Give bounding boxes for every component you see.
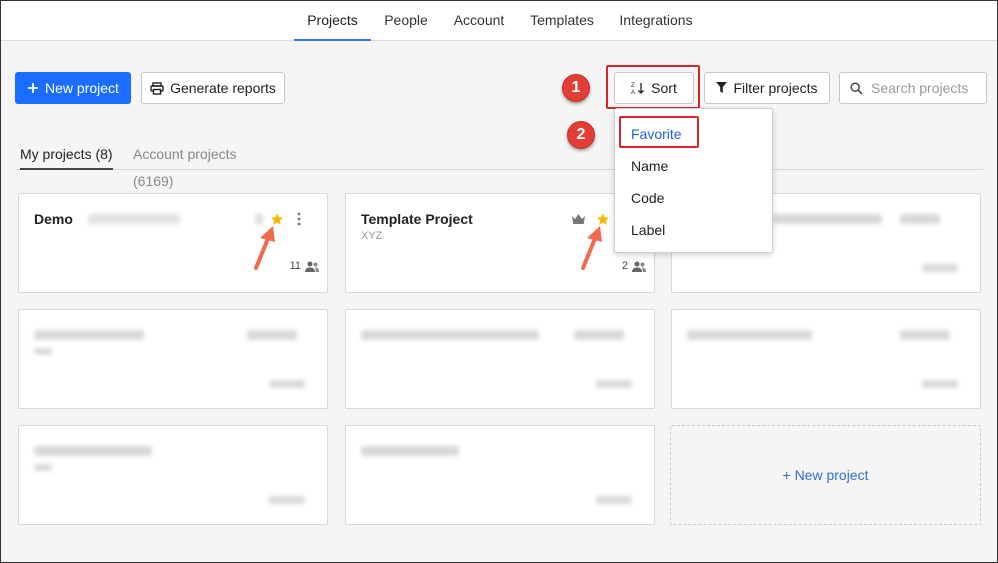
sort-button[interactable]: ZA Sort bbox=[614, 72, 694, 104]
project-card-blurred[interactable] bbox=[18, 309, 328, 409]
project-card-blurred[interactable] bbox=[345, 425, 655, 525]
tab-templates[interactable]: Templates bbox=[527, 1, 597, 41]
project-card-demo[interactable]: Demo 11 bbox=[18, 193, 328, 293]
search-icon bbox=[850, 81, 863, 95]
new-project-label: New project bbox=[45, 80, 119, 96]
tab-account[interactable]: Account bbox=[449, 1, 509, 41]
tab-projects[interactable]: Projects bbox=[294, 1, 371, 41]
project-card-blurred[interactable] bbox=[671, 309, 981, 409]
new-project-button[interactable]: New project bbox=[15, 72, 131, 104]
new-project-card[interactable]: + New project bbox=[670, 425, 981, 525]
top-nav: Projects People Account Templates Integr… bbox=[1, 1, 997, 41]
people-icon bbox=[305, 261, 319, 272]
project-card-blurred[interactable] bbox=[345, 309, 655, 409]
project-tabs: My projects (8) Account projects (6169) bbox=[15, 141, 983, 189]
generate-reports-button[interactable]: Generate reports bbox=[141, 72, 285, 104]
sort-option-code[interactable]: Code bbox=[631, 190, 664, 206]
callout-favorite-highlight bbox=[619, 116, 699, 148]
printer-icon bbox=[150, 81, 164, 95]
project-code: XYZ bbox=[361, 230, 383, 242]
search-box[interactable] bbox=[839, 72, 987, 104]
sort-option-label[interactable]: Label bbox=[631, 222, 665, 238]
sort-option-name[interactable]: Name bbox=[631, 158, 668, 174]
project-card-template[interactable]: Template Project XYZ 2 bbox=[345, 193, 655, 293]
sort-label: Sort bbox=[651, 80, 677, 96]
annotation-arrow-icon bbox=[578, 224, 604, 270]
project-card-blurred[interactable] bbox=[18, 425, 328, 525]
new-project-card-label: + New project bbox=[782, 467, 869, 483]
tab-my-projects[interactable]: My projects (8) bbox=[20, 141, 113, 170]
search-input[interactable] bbox=[871, 80, 981, 96]
plus-icon bbox=[27, 82, 39, 94]
generate-reports-label: Generate reports bbox=[170, 80, 276, 96]
annotation-arrow-icon bbox=[251, 224, 277, 270]
people-icon bbox=[632, 261, 646, 272]
blurred-icon bbox=[255, 214, 263, 224]
svg-text:A: A bbox=[631, 90, 635, 95]
callout-marker-2: 2 bbox=[567, 121, 595, 149]
tab-people[interactable]: People bbox=[379, 1, 433, 41]
more-options-icon[interactable] bbox=[297, 212, 301, 226]
tab-account-projects[interactable]: Account projects (6169) bbox=[133, 141, 278, 189]
callout-marker-1: 1 bbox=[562, 74, 590, 102]
member-count: 11 bbox=[289, 260, 301, 272]
filter-projects-button[interactable]: Filter projects bbox=[704, 72, 830, 104]
blurred-text bbox=[88, 214, 180, 224]
sort-icon: ZA bbox=[631, 81, 645, 95]
filter-label: Filter projects bbox=[733, 80, 818, 96]
tab-integrations[interactable]: Integrations bbox=[615, 1, 697, 41]
project-title: Template Project bbox=[361, 211, 473, 227]
filter-icon bbox=[716, 82, 728, 94]
svg-text:Z: Z bbox=[631, 83, 635, 89]
member-count: 2 bbox=[621, 260, 628, 272]
project-title: Demo bbox=[34, 211, 73, 227]
